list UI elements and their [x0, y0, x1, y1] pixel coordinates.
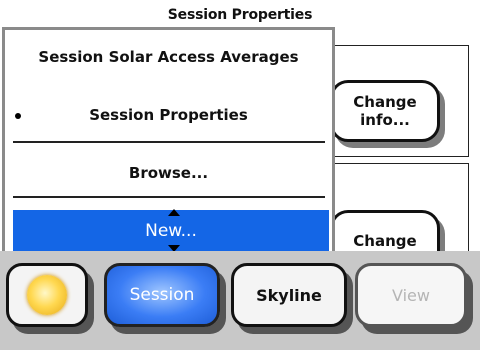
view-button-label: View	[392, 285, 430, 305]
menu-item-new[interactable]: New...	[13, 209, 329, 252]
session-dropdown-menu: Session Solar Access Averages Session Pr…	[2, 27, 335, 254]
skyline-button-label: Skyline	[256, 285, 322, 305]
bottom-toolbar: Session Skyline View	[0, 251, 480, 350]
change-info-button[interactable]: Change info...	[330, 80, 440, 142]
menu-item-solar-access-averages[interactable]: Session Solar Access Averages	[5, 48, 332, 66]
menu-item-new-label: New...	[145, 220, 197, 241]
view-button[interactable]: View	[355, 263, 467, 327]
session-button-label: Session	[129, 285, 195, 305]
session-button[interactable]: Session	[104, 263, 220, 327]
page-title: Session Properties	[167, 7, 313, 23]
scroll-up-icon[interactable]	[168, 209, 180, 216]
menu-item-session-properties[interactable]: Session Properties	[5, 106, 332, 124]
menu-item-browse[interactable]: Browse...	[5, 164, 332, 182]
menu-separator	[13, 196, 325, 198]
menu-separator	[13, 141, 325, 143]
skyline-button[interactable]: Skyline	[231, 263, 347, 327]
sun-button[interactable]	[6, 263, 88, 327]
sun-icon	[27, 275, 67, 315]
